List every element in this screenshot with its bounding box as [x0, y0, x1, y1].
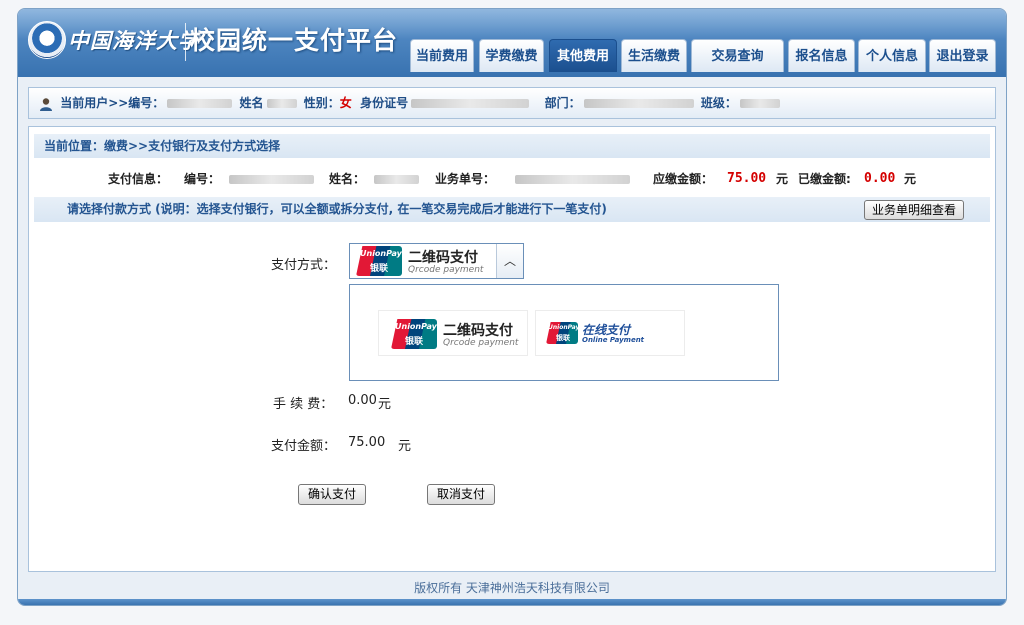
option-title: 二维码支付 — [443, 323, 513, 339]
breadcrumb: 当前位置：缴费>>支付银行及支付方式选择 — [34, 134, 990, 158]
payment-amount-label: 支付金额： — [271, 439, 337, 454]
title-divider — [185, 23, 186, 61]
redacted-payinfo-name — [374, 175, 419, 184]
gender-label: 性别： — [303, 96, 340, 110]
redacted-id — [411, 99, 530, 108]
order-detail-button[interactable]: 业务单明细查看 — [863, 200, 964, 220]
instruction-text: 请选择付款方式 (说明：选择支付银行，可以全额或拆分支付, 在一笔交易完成后才能… — [67, 202, 607, 216]
due-amount-unit: 元 — [776, 172, 789, 186]
fee-value: 0.00 — [348, 393, 377, 408]
payment-method-select[interactable]: UnionPay 银联 二维码支付 Qrcode payment ︿ — [349, 243, 524, 279]
payment-method-label: 支付方式： — [271, 258, 337, 273]
dept-label: 部门： — [544, 96, 581, 110]
platform-title: 校园统一支付平台 — [190, 26, 399, 55]
option-qrcode-payment[interactable]: UnionPay 银联 二维码支付 Qrcode payment — [378, 310, 528, 356]
university-logo-icon — [28, 21, 66, 59]
paid-amount-value: 0.00 — [864, 171, 896, 186]
payinfo-name-label: 姓名： — [329, 172, 366, 186]
redacted-payinfo-number — [229, 175, 314, 184]
header: 中国海洋大学 校园统一支付平台 当前费用 学费缴费 其他费用 生活缴费 交易查询… — [18, 9, 1006, 77]
redacted-dept — [583, 99, 694, 108]
tab-current-fees[interactable]: 当前费用 — [410, 39, 474, 72]
redacted-number — [167, 99, 233, 108]
user-icon — [40, 97, 52, 111]
gender-value: 女 — [339, 96, 352, 110]
bottom-bar — [18, 599, 1006, 605]
footer-copyright: 版权所有 天津神州浩天科技有限公司 — [414, 581, 610, 595]
user-info-bar: 当前用户>>编号： 姓名 性别：女 身份证号 部门： 班级： — [28, 87, 996, 119]
redacted-class — [739, 99, 780, 108]
order-number-label: 业务单号： — [435, 172, 496, 186]
payinfo-number-label: 编号： — [184, 172, 221, 186]
due-amount-label: 应缴金额： — [653, 172, 714, 186]
paid-amount-unit: 元 — [904, 172, 917, 186]
redacted-order-number — [515, 175, 630, 184]
class-label: 班级： — [700, 96, 737, 110]
current-user-label: 当前用户>>编号： — [60, 96, 165, 110]
option-subtitle: Qrcode payment — [443, 338, 519, 348]
tab-logout[interactable]: 退出登录 — [929, 39, 996, 72]
due-amount-value: 75.00 — [727, 171, 767, 186]
chevron-up-icon[interactable]: ︿ — [496, 244, 523, 278]
app-window: 中国海洋大学 校园统一支付平台 当前费用 学费缴费 其他费用 生活缴费 交易查询… — [17, 8, 1007, 606]
option-subtitle: Online Payment — [582, 336, 645, 344]
unionpay-logo-icon: UnionPay 银联 — [356, 246, 402, 276]
tab-other-fees[interactable]: 其他费用 — [549, 39, 617, 72]
tab-transactions[interactable]: 交易查询 — [691, 39, 784, 72]
name-label: 姓名 — [239, 96, 264, 110]
tab-living-fees[interactable]: 生活缴费 — [621, 39, 687, 72]
id-label: 身份证号 — [360, 96, 409, 110]
payment-amount-value: 75.00 — [348, 435, 386, 450]
tab-registration[interactable]: 报名信息 — [788, 39, 855, 72]
unionpay-logo-icon: UnionPay 银联 — [391, 319, 437, 349]
payinfo-label: 支付信息： — [108, 172, 169, 186]
fee-label: 手 续 费： — [273, 397, 334, 412]
tab-tuition[interactable]: 学费缴费 — [479, 39, 544, 72]
paid-amount-label: 已缴金额: — [798, 172, 851, 186]
unionpay-logo-icon: UnionPay 银联 — [546, 322, 578, 344]
university-name: 中国海洋大学 — [68, 28, 200, 53]
tab-personal-info[interactable]: 个人信息 — [858, 39, 926, 72]
cancel-payment-button[interactable]: 取消支付 — [427, 484, 496, 505]
confirm-payment-button[interactable]: 确认支付 — [298, 484, 367, 505]
option-online-payment[interactable]: UnionPay 银联 在线支付 Online Payment — [535, 310, 685, 356]
fee-unit: 元 — [378, 397, 392, 412]
main-content: 当前位置：缴费>>支付银行及支付方式选择 支付信息： 编号： 姓名： 业务单号：… — [28, 126, 996, 572]
redacted-name — [266, 99, 297, 108]
selected-method-subtitle: Qrcode payment — [408, 265, 484, 275]
payment-method-options: UnionPay 银联 二维码支付 Qrcode payment UnionPa… — [349, 284, 779, 381]
payment-instruction-bar: 请选择付款方式 (说明：选择支付银行，可以全额或拆分支付, 在一笔交易完成后才能… — [34, 197, 990, 222]
payment-info-row: 支付信息： 编号： 姓名： 业务单号： 应缴金额： 75.00 元 已缴金额: … — [29, 169, 995, 189]
selected-method-title: 二维码支付 — [408, 250, 478, 266]
payment-amount-unit: 元 — [398, 439, 412, 454]
